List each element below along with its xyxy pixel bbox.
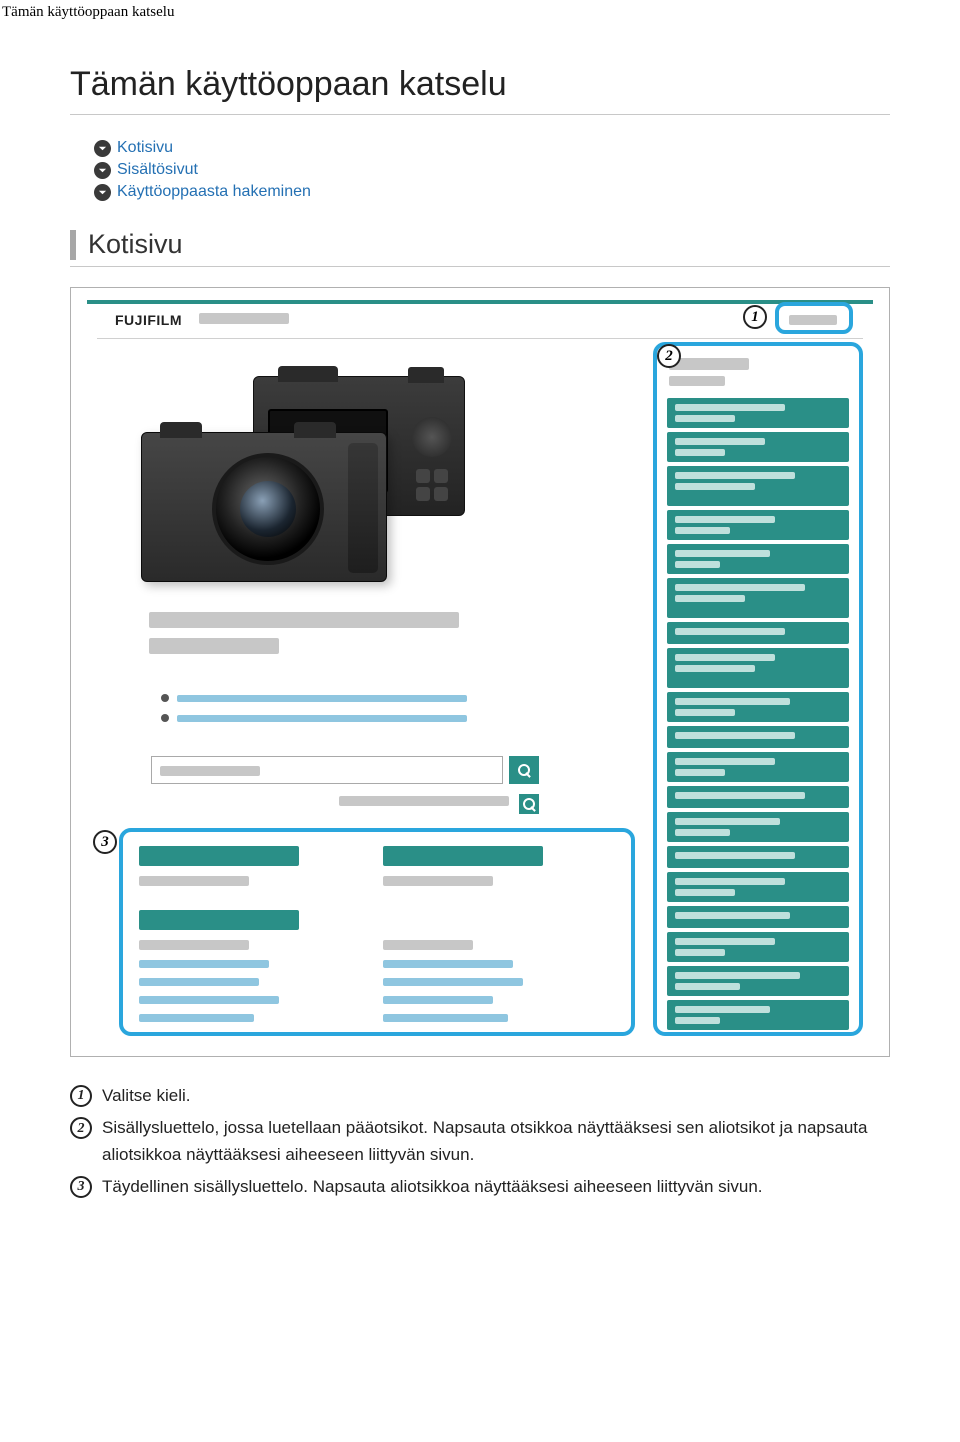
diagram-divider [97,338,863,339]
legend-number-badge: 1 [70,1085,92,1107]
diagram-inner: FUJIFILM 1 2 [79,296,881,1048]
heading-accent-bar [70,230,76,260]
callout-badge-3: 3 [93,830,117,854]
title-underline [70,114,890,115]
legend-number-badge: 3 [70,1176,92,1198]
down-arrow-icon [94,162,111,179]
search-button-placeholder [509,756,539,784]
placeholder-text-line [149,612,459,628]
placeholder-text-line [149,638,279,654]
anchor-link-item: Käyttöoppaasta hakeminen [94,183,890,201]
legend-number-badge: 2 [70,1117,92,1139]
section-heading-text: Kotisivu [88,229,183,260]
page-title: Tämän käyttöoppaan katselu [70,65,890,104]
legend-text: Täydellinen sisällysluettelo. Napsauta a… [102,1174,890,1200]
callout-badge-2: 2 [657,344,681,368]
section-heading: Kotisivu [70,229,890,267]
callout-box-3 [119,828,635,1036]
diagram-logo: FUJIFILM [115,312,182,328]
callout-box-1 [775,302,853,334]
down-arrow-icon [94,140,111,157]
search-button-small-placeholder [519,794,539,814]
bullet-dot-icon [161,694,169,702]
bullet-link-placeholder [177,695,467,702]
sidebar-header-line [669,376,725,386]
running-header: Tämän käyttöoppaan katselu [0,0,960,25]
link-sisaltosivut[interactable]: Sisältösivut [117,161,198,179]
down-arrow-icon [94,184,111,201]
homepage-diagram: FUJIFILM 1 2 [70,287,890,1057]
camera-front [141,432,387,582]
link-hakeminen[interactable]: Käyttöoppaasta hakeminen [117,183,311,201]
search-icon [518,764,530,776]
language-selector-placeholder [789,315,837,325]
search-field-placeholder [151,756,503,784]
legend-row: 1 Valitse kieli. [70,1083,890,1109]
main-content: Tämän käyttöoppaan katselu Kotisivu Sisä… [0,25,960,1246]
anchor-link-list: Kotisivu Sisältösivut Käyttöoppaasta hak… [94,139,890,201]
bullet-dot-icon [161,714,169,722]
callout-badge-1: 1 [743,305,767,329]
legend-text: Sisällysluettelo, jossa luetellaan pääot… [102,1115,890,1168]
sidebar-header-line [669,358,749,370]
bullet-link-row [161,694,467,702]
diagram-legend: 1 Valitse kieli. 2 Sisällysluettelo, jos… [70,1083,890,1200]
legend-row: 2 Sisällysluettelo, jossa luetellaan pää… [70,1115,890,1168]
search-subtext-placeholder [339,796,509,806]
callout-box-2 [653,342,863,1036]
bullet-link-placeholder [177,715,467,722]
legend-row: 3 Täydellinen sisällysluettelo. Napsauta… [70,1174,890,1200]
anchor-link-item: Kotisivu [94,139,890,157]
search-icon [523,798,535,810]
diagram-logo-subtext [199,313,289,324]
link-kotisivu[interactable]: Kotisivu [117,139,173,157]
camera-illustration [141,376,471,576]
bullet-link-row [161,714,467,722]
anchor-link-item: Sisältösivut [94,161,890,179]
legend-text: Valitse kieli. [102,1083,890,1109]
search-placeholder-text [160,766,260,776]
